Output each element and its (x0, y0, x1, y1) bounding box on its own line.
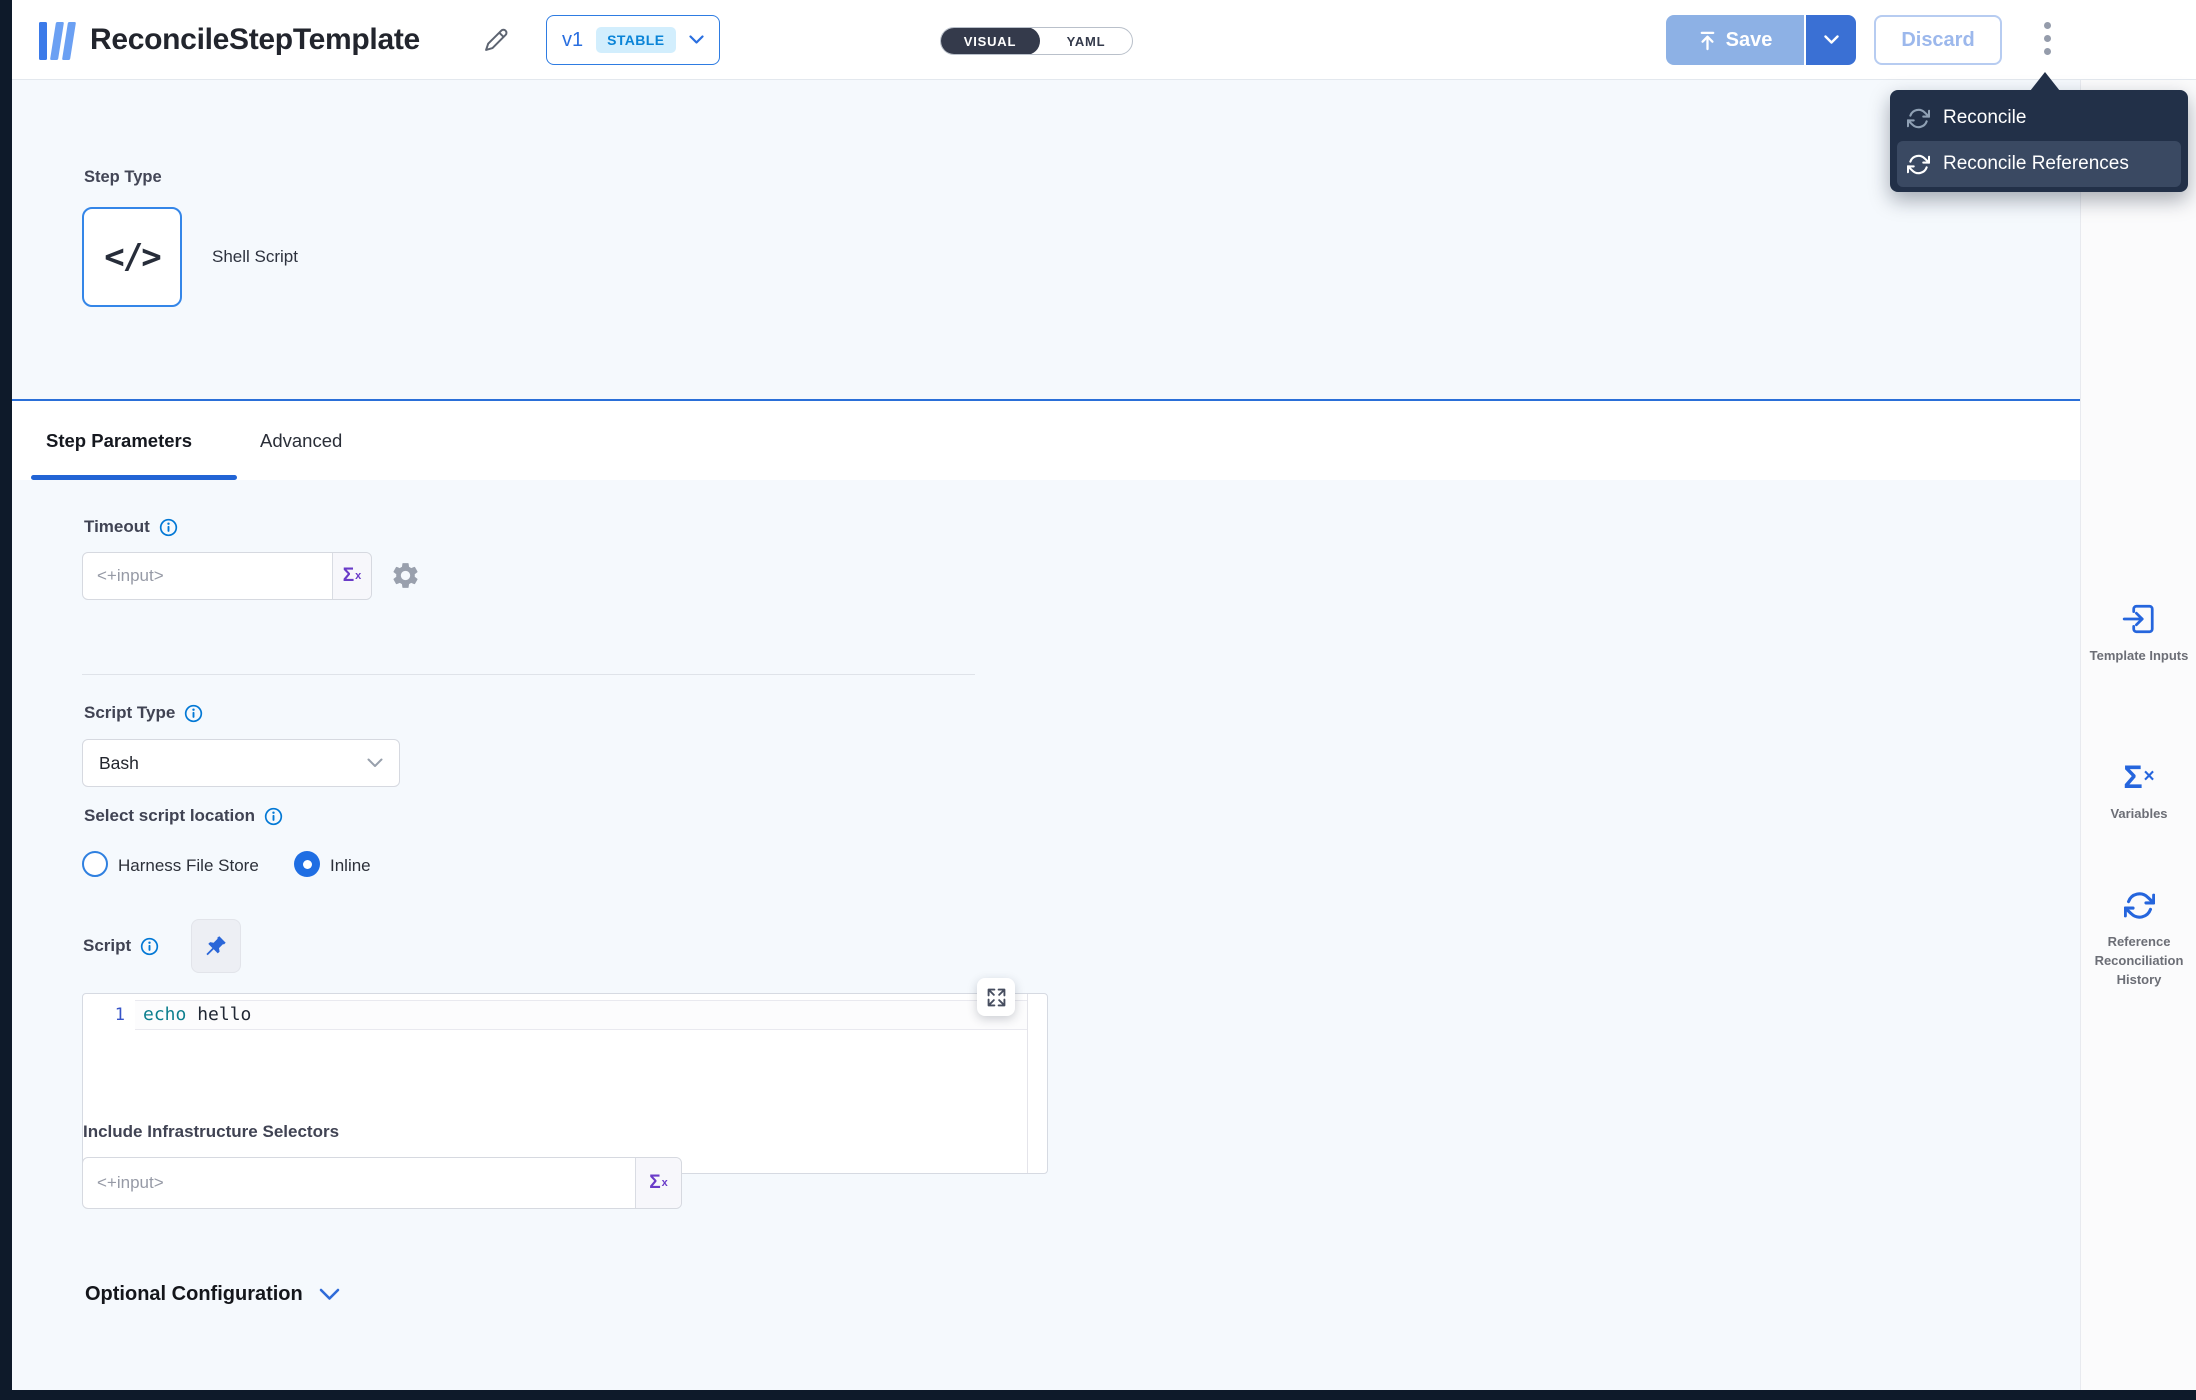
save-options-button[interactable] (1806, 15, 1856, 65)
sigma-icon: Σ (343, 565, 354, 587)
options-menu: Reconcile Reconcile References (1890, 90, 2188, 192)
minimap-border (1027, 994, 1028, 1173)
script-editor[interactable]: 1 echo hello (82, 993, 1048, 1174)
chevron-down-icon (689, 35, 704, 45)
menu-item-reconcile[interactable]: Reconcile (1897, 95, 2181, 141)
sidebar-item-label: Variables (2104, 805, 2173, 824)
expression-toggle-button[interactable]: Σx (332, 553, 371, 599)
chevron-down-icon (1824, 35, 1839, 45)
code-keyword: echo (143, 1004, 186, 1025)
tabs-bar: Step Parameters Advanced (12, 399, 2080, 480)
pushpin-icon (204, 934, 228, 958)
sidebar-item-reference-reconciliation-history[interactable]: Reference Reconciliation History (2081, 886, 2196, 990)
script-type-label: Script Type (84, 703, 175, 723)
radio-label-inline[interactable]: Inline (330, 856, 371, 876)
timeout-field-group: Σx (82, 552, 372, 600)
edit-title-icon[interactable] (482, 26, 510, 59)
upload-icon (1698, 30, 1717, 51)
more-options-button[interactable] (2040, 18, 2055, 59)
current-line-highlight (135, 1000, 1027, 1030)
radio-harness-file-store[interactable] (82, 851, 108, 877)
script-label-row: Script (83, 936, 159, 956)
save-button[interactable]: Save (1666, 15, 1804, 65)
radio-label-harness-file-store[interactable]: Harness File Store (118, 856, 259, 876)
chevron-down-icon (367, 758, 383, 768)
code-line[interactable]: echo hello (143, 1004, 251, 1025)
infra-selectors-input[interactable] (83, 1158, 635, 1208)
save-split-button: Save (1666, 15, 1856, 65)
left-nav-strip (0, 0, 12, 1400)
expression-toggle-button[interactable]: Σx (635, 1158, 681, 1208)
timeout-input[interactable] (83, 553, 332, 599)
page-title: ReconcileStepTemplate (90, 23, 420, 57)
discard-button[interactable]: Discard (1874, 15, 2002, 65)
infra-selectors-label: Include Infrastructure Selectors (83, 1122, 339, 1142)
script-location-label-row: Select script location (84, 806, 283, 826)
sidebar-item-label: Reference Reconciliation History (2081, 933, 2196, 990)
info-icon[interactable] (159, 518, 178, 537)
visual-yaml-toggle: VISUAL YAML (940, 27, 1133, 55)
variables-icon: Σ× (2123, 758, 2154, 796)
toggle-visual[interactable]: VISUAL (940, 27, 1040, 55)
tab-advanced[interactable]: Advanced (260, 401, 342, 480)
code-text: hello (186, 1004, 251, 1025)
harness-logo-icon (36, 20, 80, 67)
fullscreen-icon (987, 988, 1006, 1007)
timeout-label: Timeout (84, 517, 150, 537)
sigma-icon: Σ (649, 1172, 660, 1194)
step-type-label: Step Type (84, 168, 162, 187)
menu-item-label: Reconcile (1943, 107, 2026, 129)
step-type-value: Shell Script (212, 247, 298, 267)
info-icon[interactable] (140, 937, 159, 956)
optional-configuration-toggle[interactable]: Optional Configuration (85, 1283, 340, 1306)
infra-selectors-label-row: Include Infrastructure Selectors (83, 1122, 339, 1142)
template-studio: ReconcileStepTemplate v1 STABLE VISUAL Y… (0, 0, 2196, 1400)
stable-badge: STABLE (596, 27, 675, 53)
info-icon[interactable] (264, 807, 283, 826)
menu-caret (2030, 72, 2060, 91)
menu-item-reconcile-references[interactable]: Reconcile References (1897, 141, 2181, 187)
step-type-card[interactable]: </> (82, 207, 182, 307)
optional-configuration-label: Optional Configuration (85, 1283, 303, 1306)
active-tab-underline (31, 475, 237, 480)
refresh-icon (1907, 107, 1930, 130)
shell-script-icon: </> (104, 237, 159, 277)
script-type-select[interactable]: Bash (82, 739, 400, 787)
toggle-yaml[interactable]: YAML (1040, 27, 1132, 55)
info-icon[interactable] (184, 704, 203, 723)
sidebar-item-variables[interactable]: Σ× Variables (2081, 758, 2196, 824)
section-divider (82, 674, 975, 675)
infra-selectors-field-group: Σx (82, 1157, 682, 1209)
script-type-value: Bash (99, 753, 139, 774)
radio-inline[interactable] (294, 851, 320, 877)
sidebar-item-label: Template Inputs (2084, 647, 2195, 666)
script-type-label-row: Script Type (84, 703, 203, 723)
save-label: Save (1726, 29, 1773, 52)
sidebar-item-template-inputs[interactable]: Template Inputs (2081, 600, 2196, 666)
tab-step-parameters[interactable]: Step Parameters (46, 401, 192, 480)
header: ReconcileStepTemplate v1 STABLE VISUAL Y… (12, 0, 2196, 80)
right-sidebar: Template Inputs Σ× Variables Reference R… (2080, 80, 2196, 1390)
bottom-strip (0, 1390, 2196, 1400)
template-inputs-icon (2121, 600, 2157, 638)
menu-item-label: Reconcile References (1943, 153, 2129, 175)
gear-icon[interactable] (390, 560, 421, 591)
pin-button[interactable] (191, 919, 241, 973)
timeout-label-row: Timeout (84, 517, 178, 537)
version-label: v1 (562, 29, 583, 52)
line-number: 1 (83, 1005, 125, 1025)
expand-editor-button[interactable] (977, 978, 1015, 1016)
refresh-icon (1907, 153, 1930, 176)
script-label: Script (83, 936, 131, 956)
chevron-down-icon (319, 1288, 340, 1301)
version-selector[interactable]: v1 STABLE (546, 15, 720, 65)
script-location-label: Select script location (84, 806, 255, 826)
refresh-icon (2124, 886, 2155, 924)
